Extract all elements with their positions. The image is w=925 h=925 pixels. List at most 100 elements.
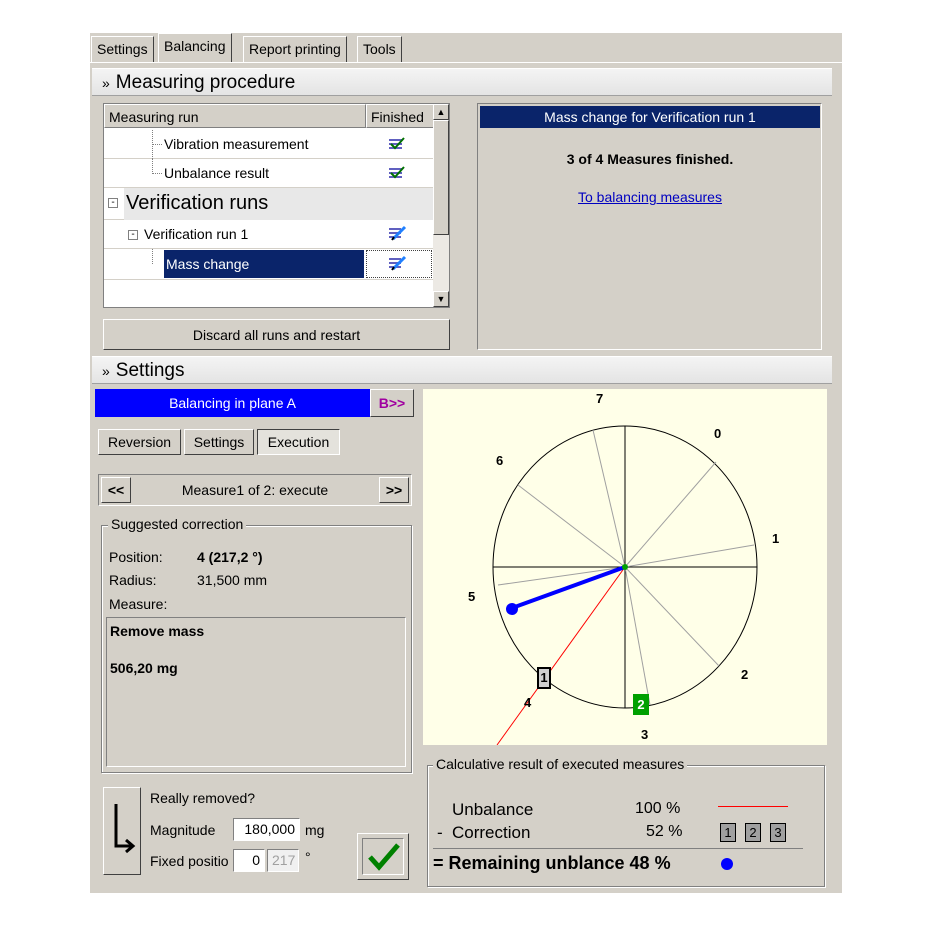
previous-measure-button[interactable]: <<	[101, 477, 131, 503]
confirm-button[interactable]	[357, 833, 409, 880]
finished-check-icon	[389, 166, 405, 180]
magnitude-unit: mg	[305, 822, 325, 838]
subtab-settings[interactable]: Settings	[184, 429, 254, 455]
sector-number-1: 1	[772, 531, 780, 546]
column-measuring-run[interactable]: Measuring run	[104, 104, 366, 128]
measure-nav-label: Measure1 of 2: execute	[181, 482, 329, 498]
column-finished[interactable]: Finished	[366, 104, 434, 128]
tree-row-label: Mass change	[166, 256, 250, 272]
magnitude-input[interactable]: 180,000	[233, 818, 300, 841]
sector-number-6: 6	[496, 453, 504, 468]
correction-box: 3	[770, 823, 786, 842]
polar-chart-area: 7 0 6 1 5 2 4 3 1 2	[423, 389, 827, 746]
sector-line	[624, 566, 651, 706]
measure-amount: 506,20 mg	[110, 660, 178, 676]
radius-label: Radius:	[109, 572, 157, 588]
tree-row-group[interactable]: - Verification runs	[104, 188, 434, 220]
remaining-vector	[511, 565, 626, 610]
sector-number-3: 3	[641, 727, 649, 742]
correction-box: 2	[745, 823, 761, 842]
sector-number-5: 5	[468, 589, 476, 604]
measuring-run-tree[interactable]: Measuring run Finished Vibration measure…	[103, 103, 450, 308]
sector-number-0: 0	[714, 426, 722, 441]
tree-row-label: Verification run 1	[144, 226, 249, 242]
tree-group-label: Verification runs	[126, 192, 269, 214]
measures-status: 3 of 4 Measures finished.	[566, 151, 734, 167]
scroll-down-arrow-icon[interactable]: ▼	[433, 291, 449, 307]
fixed-position-label: Fixed positio	[150, 853, 229, 869]
info-panel	[477, 103, 822, 350]
sector-number-4: 4	[524, 695, 532, 710]
sector-number-7: 7	[596, 391, 604, 406]
result-legend: Calculative result of executed measures	[433, 756, 688, 772]
subtab-execution[interactable]: Execution	[257, 429, 340, 455]
collapse-chevron-icon: »	[102, 363, 110, 379]
tab-tools[interactable]: Tools	[357, 36, 402, 62]
collapse-chevron-icon: »	[102, 75, 110, 91]
tree-row-selected[interactable]: Mass change	[104, 249, 434, 280]
unbalance-value: 100 %	[635, 800, 681, 817]
correction-prefix: -	[437, 823, 443, 842]
remaining-unbalance: = Remaining unblance 48 %	[433, 853, 671, 873]
tree-line	[152, 159, 153, 174]
measuring-procedure-title: Measuring procedure	[115, 72, 296, 93]
sector-line	[624, 566, 720, 667]
tab-divider	[90, 62, 842, 63]
settings-header[interactable]: » Settings	[92, 356, 832, 384]
tree-row[interactable]: - Verification run 1	[104, 220, 434, 249]
tree-row[interactable]: Vibration measurement	[104, 130, 434, 159]
remaining-legend-dot	[721, 858, 733, 870]
correction-box: 1	[720, 823, 736, 842]
unbalance-line	[496, 566, 626, 746]
next-measure-button[interactable]: >>	[379, 477, 409, 503]
position-label: Position:	[109, 549, 163, 565]
unbalance-legend-line	[718, 806, 788, 807]
position-value: 4 (217,2 °)	[197, 549, 263, 565]
radius-value: 31,500 mm	[197, 572, 268, 588]
polar-chart	[492, 425, 758, 746]
polar-center	[622, 564, 628, 570]
plane-b-button[interactable]: B>>	[370, 389, 414, 417]
fixed-angle-input: 217	[267, 849, 299, 872]
tab-balancing[interactable]: Balancing	[158, 33, 232, 63]
fixed-angle-unit: °	[305, 849, 311, 865]
tree-row-label: Unbalance result	[164, 165, 270, 181]
really-removed-label: Really removed?	[150, 790, 256, 806]
suggested-correction-legend: Suggested correction	[108, 516, 247, 532]
tree-row[interactable]: Unbalance result	[104, 159, 434, 188]
scroll-up-arrow-icon[interactable]: ▲	[433, 104, 449, 120]
correction-value: 52 %	[646, 823, 683, 840]
tree-line	[152, 173, 162, 174]
sector-line	[624, 461, 717, 568]
remaining-vector-head	[506, 603, 518, 615]
measure-label: Measure:	[109, 596, 168, 612]
tree-line	[152, 249, 153, 264]
tree-line	[152, 144, 162, 145]
result-divider	[433, 848, 803, 849]
balancing-measures-link[interactable]: To balancing measures	[480, 189, 820, 205]
discard-runs-button[interactable]: Discard all runs and restart	[103, 319, 450, 350]
tab-settings[interactable]: Settings	[91, 36, 154, 62]
in-progress-pen-icon	[389, 255, 407, 271]
tab-report-printing[interactable]: Report printing	[243, 36, 347, 62]
subtab-reversion[interactable]: Reversion	[98, 429, 181, 455]
measure-action: Remove mass	[110, 623, 205, 639]
collapse-minus-icon[interactable]: -	[108, 198, 118, 208]
measure-textbox	[106, 617, 406, 767]
measuring-procedure-header[interactable]: » Measuring procedure	[92, 68, 832, 96]
sector-line	[624, 544, 755, 568]
fixed-position-input[interactable]: 0	[233, 849, 265, 872]
return-arrow-button[interactable]	[103, 787, 141, 875]
marker-2: 2	[633, 694, 649, 715]
sector-number-2: 2	[741, 667, 749, 682]
correction-label: Correction	[452, 823, 531, 842]
magnitude-label: Magnitude	[150, 822, 216, 838]
scroll-thumb[interactable]	[433, 120, 449, 235]
plane-a-label: Balancing in plane A	[95, 389, 370, 417]
unbalance-label: Unbalance	[452, 800, 534, 819]
return-arrow-icon	[114, 804, 136, 854]
marker-1: 1	[537, 667, 551, 689]
collapse-minus-icon[interactable]: -	[128, 230, 138, 240]
tree-row-label: Vibration measurement	[164, 136, 309, 152]
finished-check-icon	[389, 137, 405, 151]
